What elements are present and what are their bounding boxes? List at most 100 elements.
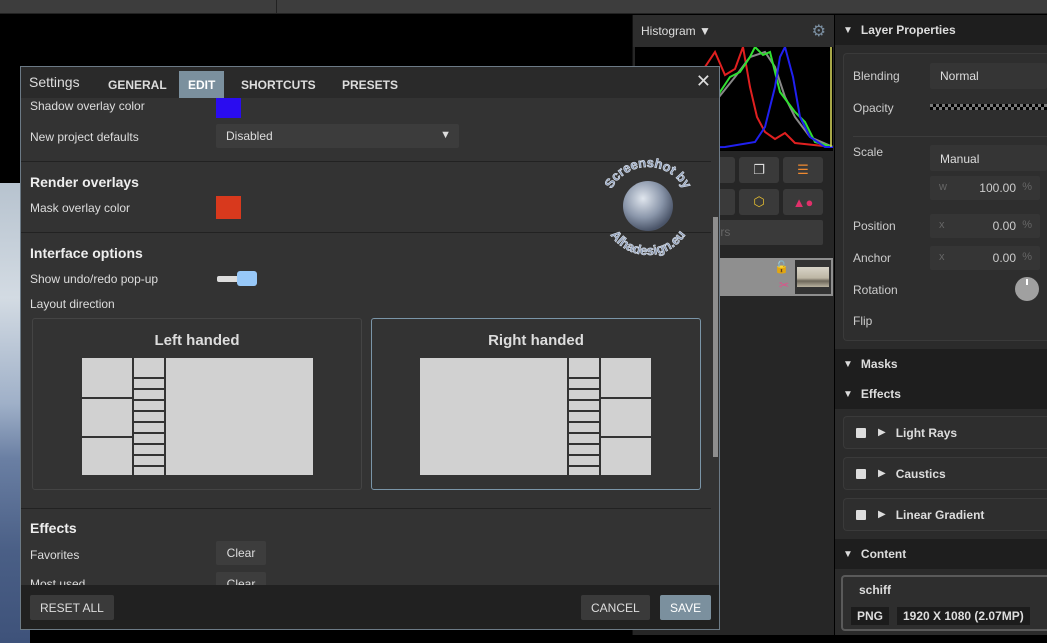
layout-option-left-handed[interactable]: Left handed	[32, 318, 362, 490]
layer-thumbnail	[795, 260, 831, 294]
scissors-icon[interactable]: ✂	[779, 278, 789, 292]
reset-all-button[interactable]: RESET ALL	[30, 595, 114, 620]
scale-width-field[interactable]: w 100.00%	[930, 176, 1040, 200]
layout-preview-rung	[134, 377, 164, 379]
effects-settings-title: Effects	[30, 520, 77, 536]
layout-direction-label: Layout direction	[30, 297, 115, 311]
effect-item-linear-gradient[interactable]: ▶ Linear Gradient	[843, 498, 1047, 531]
anchor-label: Anchor	[853, 251, 892, 265]
rotation-label: Rotation	[853, 283, 898, 297]
layout-preview-rung	[569, 410, 599, 412]
globe-icon	[623, 181, 673, 231]
dialog-title: Settings	[29, 74, 80, 90]
dialog-scrollbar[interactable]	[713, 217, 718, 457]
new-project-label: New project defaults	[30, 130, 139, 144]
blending-select[interactable]: Normal	[930, 63, 1047, 89]
layout-preview-rung	[134, 432, 164, 434]
tab-shortcuts[interactable]: SHORTCUTS	[232, 71, 325, 98]
caret-down-icon: ▼	[440, 129, 451, 141]
content-format-badge: PNG	[851, 607, 890, 625]
content-dimensions-badge: 1920 X 1080 (2.07MP)	[897, 607, 1030, 625]
dialog-footer: RESET ALL CANCEL SAVE	[21, 585, 719, 629]
mask-overlay-label: Mask overlay color	[30, 201, 131, 215]
scale-mode-select[interactable]: Manual	[930, 145, 1047, 171]
content-item[interactable]: schiff PNG 1920 X 1080 (2.07MP)	[841, 575, 1047, 631]
undo-popup-toggle[interactable]	[217, 271, 257, 287]
divider	[853, 136, 1047, 137]
effect-item-caustics[interactable]: ▶ Caustics	[843, 457, 1047, 490]
layout-preview-rung	[569, 377, 599, 379]
top-bar-divider	[276, 0, 277, 14]
watermark-badge: Screenshot by Alhadesign.eu	[601, 155, 695, 259]
layout-option-right-handed[interactable]: Right handed	[371, 318, 701, 490]
undo-popup-label: Show undo/redo pop-up	[30, 272, 159, 286]
effect-checkbox[interactable]	[856, 509, 866, 520]
histogram-title[interactable]: Histogram ▼	[641, 24, 711, 38]
triangle-right-icon[interactable]: ▶	[878, 509, 886, 520]
layer-list-button[interactable]: ☰	[783, 157, 823, 183]
shadow-overlay-label: Shadow overlay color	[30, 99, 145, 113]
triangle-right-icon[interactable]: ▶	[878, 468, 886, 479]
tab-general[interactable]: GENERAL	[99, 71, 176, 98]
tab-presets[interactable]: PRESETS	[333, 71, 407, 98]
divider	[21, 508, 711, 509]
triangle-down-icon: ▼	[843, 388, 853, 400]
content-name: schiff	[859, 583, 892, 597]
triangle-down-icon: ▼	[843, 358, 853, 370]
effect-checkbox[interactable]	[856, 427, 866, 438]
properties-panel: ▼ Layer Properties Blending Normal Opacit…	[835, 15, 1047, 635]
layout-preview-rung	[569, 399, 599, 401]
layout-preview-rung	[569, 421, 599, 423]
clear-most-used-button[interactable]: Clear	[216, 572, 266, 585]
mask-overlay-swatch[interactable]	[216, 196, 241, 219]
left-handed-layout-preview	[82, 358, 313, 475]
save-button[interactable]: SAVE	[660, 595, 712, 620]
list-icon: ☰	[797, 162, 809, 177]
blending-label: Blending	[853, 69, 900, 83]
render-overlays-title: Render overlays	[30, 174, 139, 190]
layout-preview-rung	[569, 432, 599, 434]
flip-label: Flip	[853, 314, 873, 328]
duplicate-icon: ❐	[753, 162, 765, 177]
hexagon-pencil-icon: ⬡	[753, 194, 765, 209]
gear-icon[interactable]: ⚙	[812, 21, 826, 41]
effect-item-light-rays[interactable]: ▶ Light Rays	[843, 416, 1047, 449]
favorites-label: Favorites	[30, 548, 80, 562]
interface-options-title: Interface options	[30, 245, 143, 261]
adjustment-button[interactable]: ⬡	[739, 189, 779, 215]
shapes-button[interactable]: ▲●	[783, 189, 823, 215]
anchor-x-field[interactable]: x 0.00%	[930, 246, 1040, 270]
scale-label: Scale	[853, 145, 884, 159]
histogram-header[interactable]: Histogram ▼ ⚙	[633, 15, 834, 47]
new-project-select[interactable]: Disabled ▼	[216, 124, 459, 148]
cancel-button[interactable]: CANCEL	[581, 595, 650, 620]
layout-preview-rung	[134, 465, 164, 467]
content-header[interactable]: ▼ Content	[835, 539, 1047, 569]
opacity-label: Opacity	[853, 101, 894, 115]
triangle-down-icon: ▼	[843, 24, 853, 36]
position-label: Position	[853, 219, 896, 233]
close-icon[interactable]: ✕	[696, 71, 711, 92]
tab-edit[interactable]: EDIT	[179, 71, 225, 98]
layer-properties-header[interactable]: ▼ Layer Properties	[835, 15, 1047, 45]
layout-preview-rung	[134, 443, 164, 445]
rotation-knob[interactable]	[1015, 277, 1039, 301]
triangle-right-icon[interactable]: ▶	[878, 427, 886, 438]
shadow-overlay-swatch[interactable]	[216, 98, 241, 118]
duplicate-layer-button[interactable]: ❐	[739, 157, 779, 183]
layout-preview-rung	[134, 399, 164, 401]
opacity-slider[interactable]	[930, 104, 1047, 110]
layout-preview-rung	[569, 454, 599, 456]
watermark-bottom-text: Alhadesign.eu	[608, 227, 688, 258]
effect-checkbox[interactable]	[856, 468, 866, 479]
layout-preview-rung	[569, 443, 599, 445]
caret-down-icon: ▼	[699, 24, 711, 38]
effects-header[interactable]: ▼ Effects	[835, 379, 1047, 409]
unlock-icon[interactable]: 🔓	[774, 260, 789, 274]
masks-header[interactable]: ▼ Masks	[835, 349, 1047, 379]
right-handed-layout-preview	[420, 358, 651, 475]
triangle-down-icon: ▼	[843, 548, 853, 560]
top-bar	[0, 0, 1047, 14]
position-x-field[interactable]: x 0.00%	[930, 214, 1040, 238]
clear-favorites-button[interactable]: Clear	[216, 541, 266, 565]
